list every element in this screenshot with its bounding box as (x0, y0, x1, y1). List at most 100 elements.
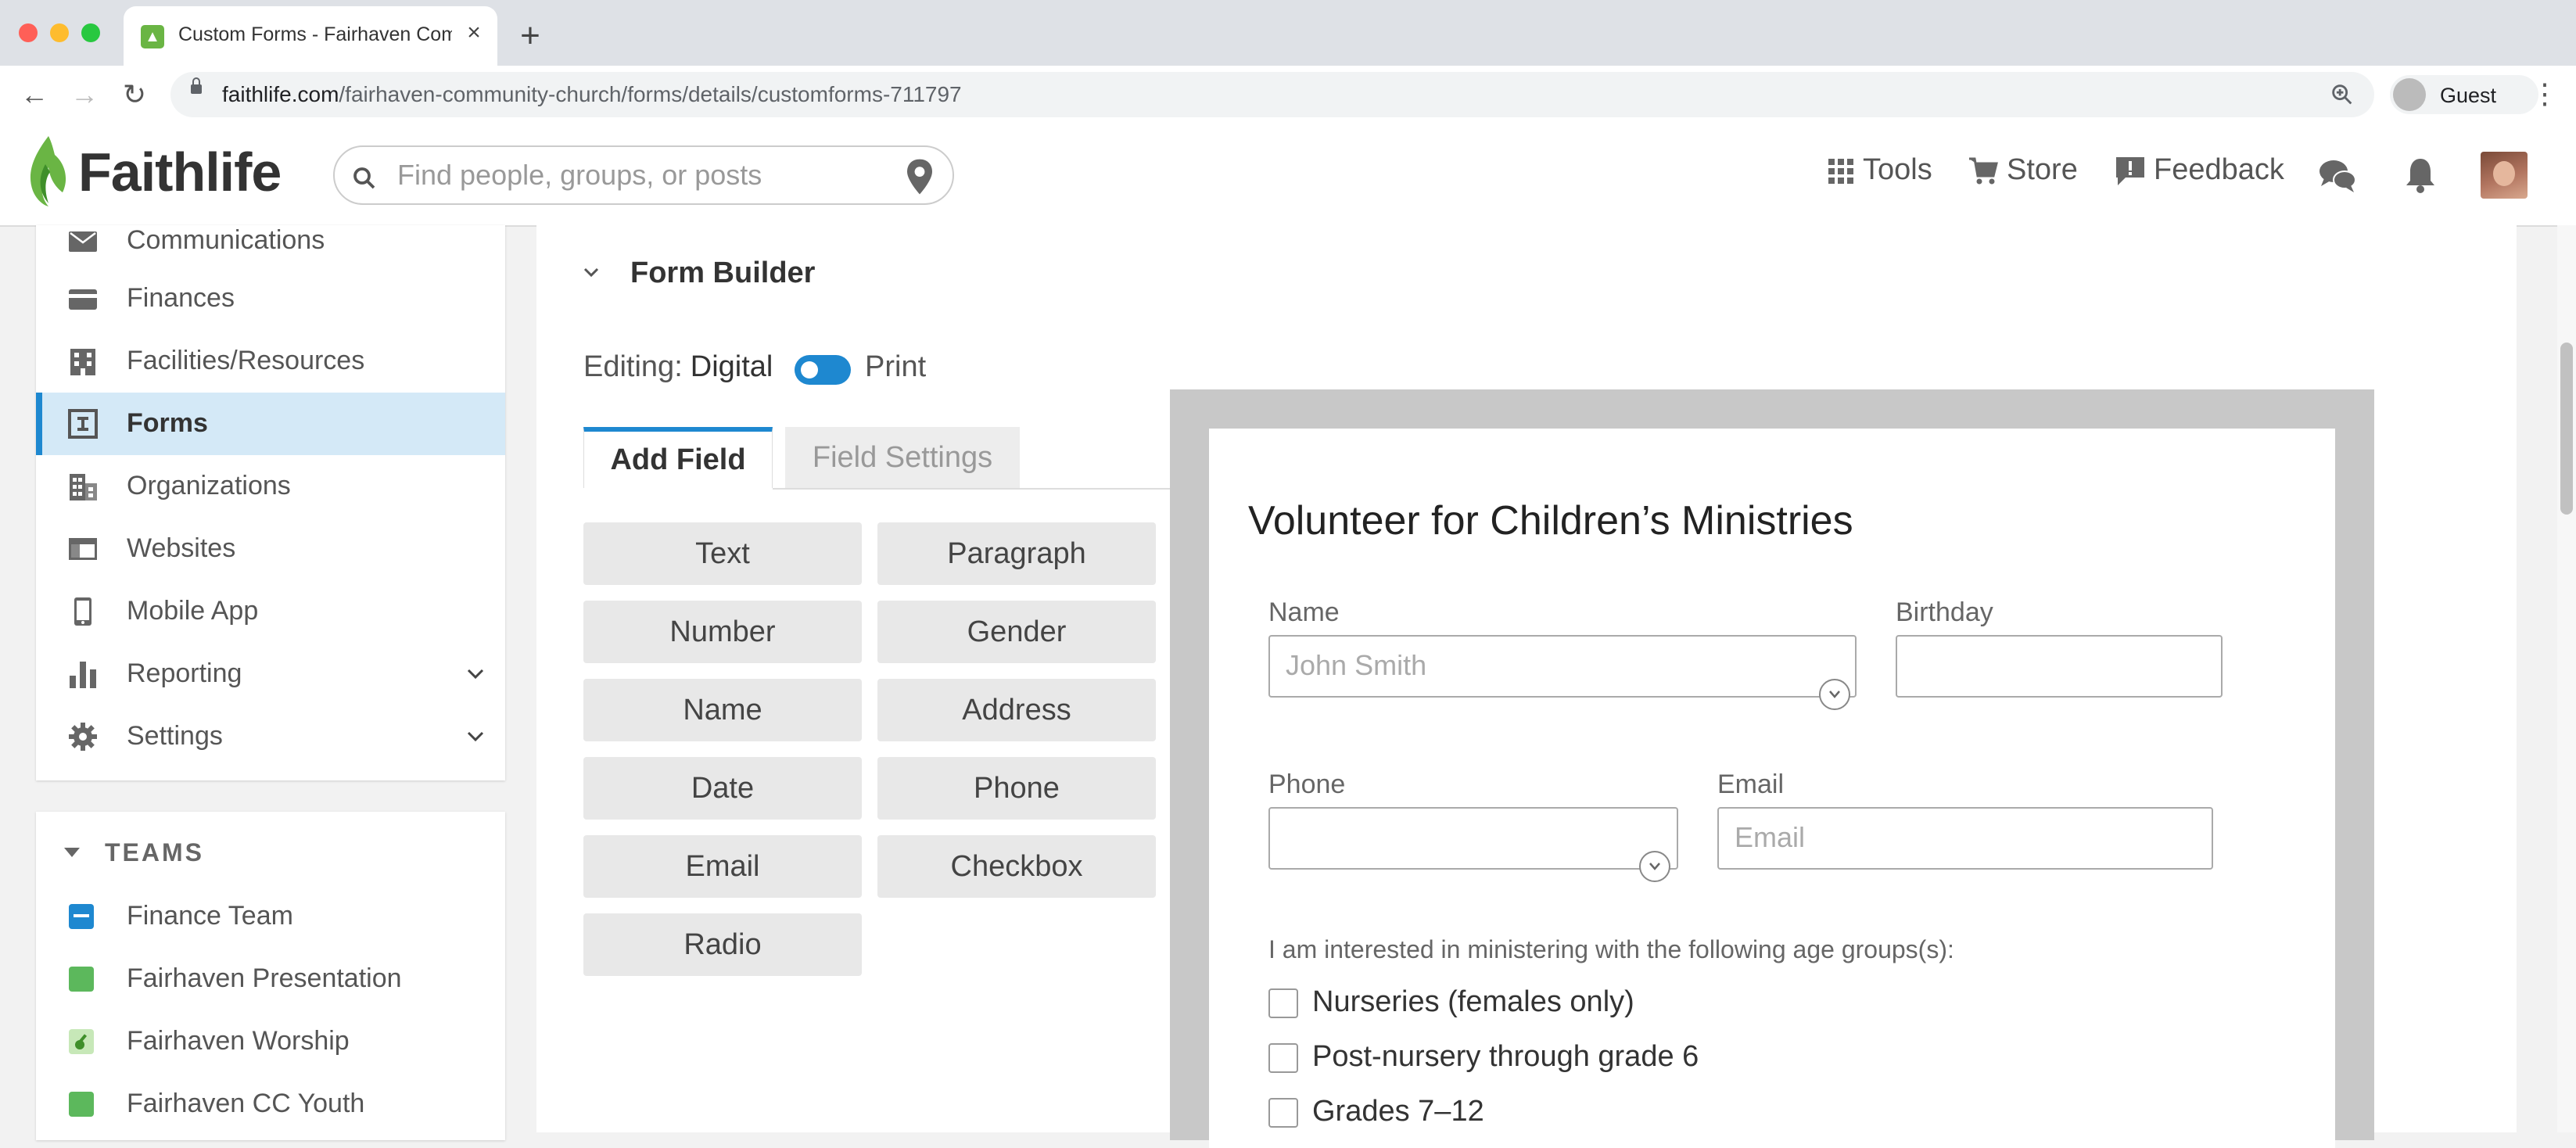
notifications-bell-icon[interactable] (2404, 156, 2437, 194)
close-tab-icon[interactable]: × (458, 17, 490, 48)
page-scrollbar[interactable] (2557, 225, 2576, 1132)
sidebar-item-mobile-app[interactable]: Mobile App (36, 580, 505, 643)
guest-avatar-icon (2393, 78, 2426, 111)
faithlife-logo-icon[interactable] (22, 133, 72, 208)
checkbox-grades-7-12[interactable] (1268, 1098, 1298, 1128)
browser-toolbar: ← → ↻ faithlife.com/fairhaven-community-… (0, 66, 2576, 124)
form-builder-title[interactable]: Form Builder (630, 257, 815, 290)
sidebar-item-facilities[interactable]: Facilities/Resources (36, 330, 505, 393)
sidebar-item-label: Websites (127, 533, 236, 563)
back-arrow-icon[interactable]: ← (16, 77, 53, 114)
team-item-finance[interactable]: Finance Team (36, 885, 505, 948)
forward-arrow-icon[interactable]: → (66, 77, 103, 114)
chat-team-icon (69, 967, 94, 992)
email-field[interactable]: Email (1717, 807, 2213, 870)
logo-wordmark[interactable]: Faithlife (78, 141, 282, 203)
caret-down-icon[interactable] (64, 848, 80, 857)
close-window-button[interactable] (19, 23, 38, 42)
team-item-presentation[interactable]: Fairhaven Presentation (36, 948, 505, 1010)
sidebar-item-settings[interactable]: Settings (36, 705, 505, 768)
checkbox-post-nursery[interactable] (1268, 1043, 1298, 1073)
birthday-label: Birthday (1896, 597, 1993, 627)
phone-label: Phone (1268, 770, 1346, 799)
lock-icon (191, 77, 202, 94)
sidebar-item-reporting[interactable]: Reporting (36, 643, 505, 705)
reload-icon[interactable]: ↻ (116, 77, 153, 114)
sidebar-item-label: Settings (127, 721, 223, 751)
maximize-window-button[interactable] (81, 23, 100, 42)
guitar-team-icon (69, 1029, 94, 1054)
sidebar-item-label: Reporting (127, 658, 242, 688)
tab-field-settings[interactable]: Field Settings (785, 427, 1020, 488)
name-field[interactable]: John Smith (1268, 635, 1857, 698)
zoom-icon[interactable] (2329, 81, 2355, 108)
profile-button[interactable]: Guest (2390, 75, 2538, 114)
gear-icon (69, 723, 97, 751)
add-radio-field-button[interactable]: Radio (583, 913, 862, 976)
grid-icon (1828, 158, 1853, 184)
add-phone-field-button[interactable]: Phone (877, 757, 1156, 820)
tab-add-field[interactable]: Add Field (583, 427, 773, 488)
feedback-nav[interactable]: Feedback (2115, 153, 2284, 197)
form-icon (68, 409, 98, 439)
messages-icon[interactable] (2318, 158, 2357, 194)
sidebar-item-finances[interactable]: Finances (36, 267, 505, 330)
phone-field[interactable] (1268, 807, 1678, 870)
sidebar-item-label: Communications (127, 225, 325, 255)
address-bar[interactable]: faithlife.com/fairhaven-community-church… (170, 72, 2374, 117)
location-pin-icon[interactable] (904, 158, 935, 196)
add-date-field-button[interactable]: Date (583, 757, 862, 820)
form-title[interactable]: Volunteer for Children’s Ministries (1248, 497, 1853, 544)
add-gender-field-button[interactable]: Gender (877, 601, 1156, 663)
chevron-down-icon[interactable] (582, 263, 601, 282)
age-group-question: I am interested in ministering with the … (1268, 935, 1954, 963)
mobile-icon (74, 597, 91, 626)
user-avatar[interactable] (2481, 152, 2528, 199)
sidebar-menu: Communications Finances Facilities/Resou… (36, 225, 505, 780)
scrollbar-thumb[interactable] (2560, 343, 2573, 515)
phone-field-expand-icon[interactable] (1639, 851, 1670, 882)
browser-tab[interactable]: ▲ Custom Forms - Fairhaven Community Chu… (124, 6, 497, 66)
sidebar-item-label: Forms (127, 408, 208, 438)
building-icon (70, 349, 95, 375)
search-input[interactable] (397, 155, 882, 196)
browser-tab-strip: ▲ Custom Forms - Fairhaven Community Chu… (0, 0, 2576, 66)
cart-icon (1969, 157, 1998, 185)
add-paragraph-field-button[interactable]: Paragraph (877, 522, 1156, 585)
add-text-field-button[interactable]: Text (583, 522, 862, 585)
store-label: Store (2007, 153, 2078, 186)
faithlife-favicon-icon: ▲ (141, 25, 164, 48)
browser-menu-icon[interactable]: ⋮ (2531, 77, 2559, 114)
add-number-field-button[interactable]: Number (583, 601, 862, 663)
chevron-down-icon[interactable] (465, 663, 486, 685)
main-content: Form Builder Editing: Digital Print Add F… (536, 225, 2517, 1148)
add-name-field-button[interactable]: Name (583, 679, 862, 741)
store-nav[interactable]: Store (1968, 153, 2078, 197)
add-address-field-button[interactable]: Address (877, 679, 1156, 741)
sidebar-item-forms[interactable]: Forms (36, 393, 505, 455)
add-checkbox-field-button[interactable]: Checkbox (877, 835, 1156, 898)
organizations-icon (70, 474, 97, 500)
team-item-worship[interactable]: Fairhaven Worship (36, 1010, 505, 1073)
search-box[interactable] (333, 145, 954, 205)
add-email-field-button[interactable]: Email (583, 835, 862, 898)
name-placeholder: John Smith (1286, 649, 1427, 681)
option-label: Nurseries (females only) (1312, 985, 1634, 1018)
profile-name: Guest (2440, 84, 2497, 107)
new-tab-button[interactable]: + (508, 14, 552, 58)
team-item-youth[interactable]: Fairhaven CC Youth (36, 1073, 505, 1135)
chat-team-icon (69, 1092, 94, 1117)
editing-mode: Editing: Digital (583, 350, 773, 384)
chevron-down-icon[interactable] (465, 726, 486, 748)
name-field-expand-icon[interactable] (1819, 679, 1850, 710)
birthday-field[interactable] (1896, 635, 2223, 698)
tools-nav[interactable]: Tools (1827, 153, 1932, 197)
minimize-window-button[interactable] (50, 23, 69, 42)
digital-print-toggle[interactable] (795, 355, 851, 385)
sidebar-item-organizations[interactable]: Organizations (36, 455, 505, 518)
url-text[interactable]: faithlife.com/fairhaven-community-church… (222, 82, 962, 107)
checkbox-nurseries[interactable] (1268, 988, 1298, 1018)
teams-header[interactable]: TEAMS (105, 838, 204, 867)
sidebar-item-websites[interactable]: Websites (36, 518, 505, 580)
sidebar-item-communications[interactable]: Communications (36, 210, 505, 272)
